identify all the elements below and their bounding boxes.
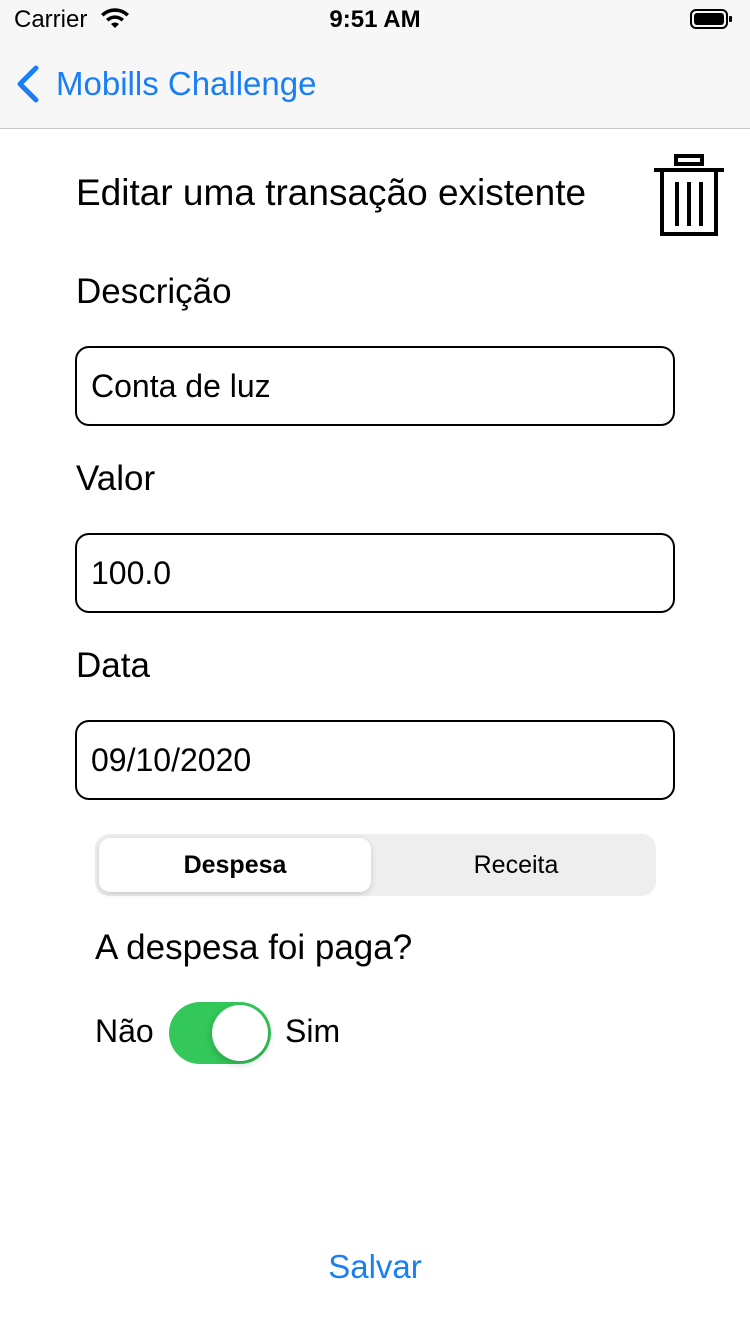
segment-receita[interactable]: Receita — [380, 838, 652, 892]
back-label: Mobills Challenge — [56, 65, 317, 102]
navigation-bar: Mobills Challenge — [0, 40, 750, 129]
toggle-on-label: Sim — [285, 1013, 341, 1049]
paid-toggle[interactable] — [169, 1002, 271, 1064]
page-title: Editar uma transação existente — [76, 172, 587, 213]
chevron-left-icon — [17, 65, 39, 103]
clock: 9:51 AM — [329, 6, 421, 33]
toggle-knob — [212, 1005, 268, 1061]
date-label: Data — [76, 646, 150, 685]
save-button[interactable]: Salvar — [0, 1248, 750, 1286]
toggle-off-label: Não — [95, 1013, 154, 1049]
battery-icon — [690, 9, 732, 29]
value-field[interactable]: 100.0 — [75, 533, 675, 613]
description-field[interactable]: Conta de luz — [75, 346, 675, 426]
back-button[interactable]: Mobills Challenge — [14, 62, 316, 106]
status-bar: Carrier 9:51 AM — [0, 0, 750, 40]
date-value: 09/10/2020 — [91, 742, 252, 778]
value-value: 100.0 — [91, 555, 172, 591]
paid-question: A despesa foi paga? — [95, 928, 413, 967]
description-label: Descrição — [76, 272, 232, 311]
segment-despesa[interactable]: Despesa — [99, 838, 371, 892]
trash-icon[interactable] — [652, 154, 726, 238]
transaction-type-segmented-control: Despesa Receita — [95, 834, 656, 896]
value-label: Valor — [76, 459, 156, 498]
description-value: Conta de luz — [91, 368, 271, 404]
date-field[interactable]: 09/10/2020 — [75, 720, 675, 800]
